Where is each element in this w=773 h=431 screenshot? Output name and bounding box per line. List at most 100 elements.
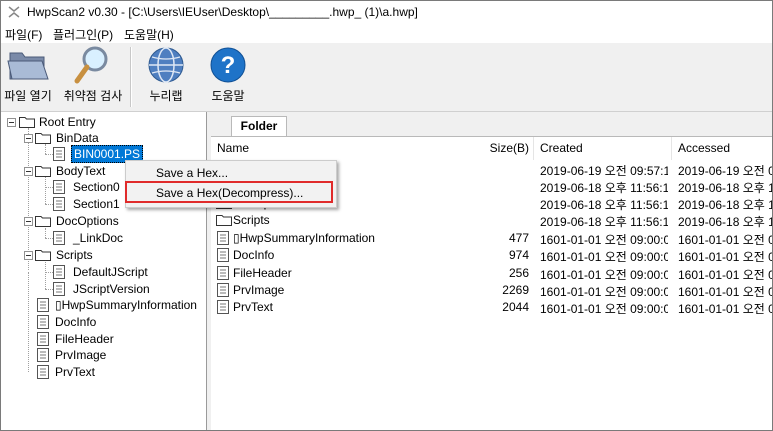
help-icon: ? [210, 47, 246, 83]
document-icon [53, 180, 65, 194]
document-icon [37, 348, 49, 362]
row-created: 2019-06-18 오후 11:56:17 [540, 198, 668, 212]
row-name: Scripts [233, 213, 270, 227]
document-icon [217, 248, 229, 262]
tree-item-linkdoc[interactable]: _LinkDoc [53, 230, 173, 246]
tree-item-defaultjscript[interactable]: DefaultJScript [53, 264, 183, 280]
document-icon [37, 365, 49, 379]
row-created: 2019-06-19 오전 09:57:18 [540, 164, 668, 178]
row-size: 2044 [502, 300, 529, 314]
tree-item-fileheader[interactable]: FileHeader [37, 331, 197, 347]
document-icon [53, 265, 65, 279]
tab-folder[interactable]: Folder [231, 116, 287, 136]
column-separator[interactable] [533, 137, 534, 160]
globe-icon [148, 47, 184, 83]
row-name: ▯HwpSummaryInformation [233, 231, 375, 245]
column-header-name[interactable]: Name [217, 137, 417, 160]
tree-item-label: DefaultJScript [73, 265, 148, 279]
row-name: DocInfo [233, 248, 275, 262]
nurilab-label: 누리랩 [149, 89, 183, 103]
row-name: FileHeader [233, 266, 292, 280]
tree-line [45, 177, 46, 204]
folder-icon [35, 250, 51, 261]
tree-item-label: DocOptions [56, 214, 119, 228]
menu-plugin[interactable]: 플러그인(P) [53, 26, 113, 43]
row-created: 2019-06-18 오후 11:56:17 [540, 215, 668, 229]
tree-item-prvtext[interactable]: PrvText [37, 364, 197, 380]
nurilab-button[interactable]: 누리랩 [141, 45, 191, 109]
list-row[interactable]: DocInfo 974 1601-01-01 오전 09:00:00 1601-… [211, 247, 772, 264]
row-accessed: 2019-06-19 오전 09 [678, 164, 772, 178]
tree-item-label: Section0 [73, 180, 120, 194]
tree-item-jscriptversion[interactable]: JScriptVersion [53, 281, 183, 297]
list-row[interactable]: PrvImage 2269 1601-01-01 오전 09:00:00 160… [211, 282, 772, 299]
tree-item-label: PrvImage [55, 348, 107, 362]
tree-line [45, 238, 53, 239]
app-icon [8, 6, 20, 18]
svg-text:?: ? [221, 52, 236, 79]
document-icon [217, 300, 229, 314]
document-icon [53, 147, 65, 161]
tree-item-label: BodyText [56, 164, 106, 178]
tree-item-summaryinfo[interactable]: ▯HwpSummaryInformation [37, 297, 205, 313]
tree-line [45, 187, 53, 188]
row-accessed: 2019-06-18 오후 11 [678, 181, 772, 195]
scan-vulnerability-button[interactable]: 취약점 검사 [63, 45, 123, 109]
collapse-icon[interactable] [24, 217, 33, 226]
tree-item-docinfo[interactable]: DocInfo [37, 314, 197, 330]
menu-item-save-hex[interactable]: Save a Hex... [128, 163, 332, 183]
row-name: PrvText [233, 300, 274, 314]
collapse-icon[interactable] [24, 251, 33, 260]
list-row[interactable]: Scripts 2019-06-18 오후 11:56:17 2019-06-1… [211, 212, 772, 229]
menu-help[interactable]: 도움말(H) [124, 26, 174, 43]
column-header-created[interactable]: Created [540, 137, 660, 160]
tree-root-label: Root Entry [39, 115, 96, 129]
tree-item-label: BinData [56, 131, 99, 145]
tree-item-label: Scripts [56, 248, 93, 262]
help-button[interactable]: ? 도움말 [203, 45, 253, 109]
row-size: 477 [508, 231, 529, 245]
tree-root[interactable]: Root Entry [5, 114, 205, 130]
tree-item-label: ▯HwpSummaryInformation [55, 298, 197, 312]
row-created: 2019-06-18 오후 11:56:17 [540, 181, 668, 195]
document-icon [53, 197, 65, 211]
tree-item-docoptions[interactable]: DocOptions [21, 213, 201, 229]
collapse-icon[interactable] [7, 118, 16, 127]
document-icon [53, 282, 65, 296]
row-created: 1601-01-01 오전 09:00:00 [540, 233, 668, 247]
collapse-icon[interactable] [24, 134, 33, 143]
tree-line [45, 272, 53, 273]
menu-file[interactable]: 파일(F) [5, 26, 42, 43]
tree-line [45, 228, 46, 238]
list-row[interactable]: FileHeader 256 1601-01-01 오전 09:00:00 16… [211, 265, 772, 282]
row-created: 1601-01-01 오전 09:00:00 [540, 268, 668, 282]
row-created: 1601-01-01 오전 09:00:00 [540, 250, 668, 264]
row-size: 2269 [502, 283, 529, 297]
row-accessed: 1601-01-01 오전 09 [678, 250, 772, 264]
open-file-button[interactable]: 파일 열기 [3, 45, 53, 109]
list-row[interactable]: ▯HwpSummaryInformation 477 1601-01-01 오전… [211, 230, 772, 247]
document-icon [37, 298, 49, 312]
document-icon [217, 283, 229, 297]
title-bar: HwpScan2 v0.30 - [C:\Users\IEUser\Deskto… [1, 1, 772, 23]
toolbar-separator [130, 47, 132, 107]
folder-icon [35, 166, 51, 177]
collapse-icon[interactable] [24, 167, 33, 176]
folder-icon [35, 216, 51, 227]
tree-line [45, 289, 53, 290]
column-separator[interactable] [671, 137, 672, 160]
tree-item-label: Section1 [73, 197, 120, 211]
tree-item-prvimage[interactable]: PrvImage [37, 347, 197, 363]
list-row[interactable]: PrvText 2044 1601-01-01 오전 09:00:00 1601… [211, 299, 772, 316]
row-accessed: 2019-06-18 오후 11 [678, 198, 772, 212]
app-window: HwpScan2 v0.30 - [C:\Users\IEUser\Deskto… [0, 0, 773, 431]
tree-item-bindata[interactable]: BinData [21, 130, 201, 146]
magnifier-icon [74, 46, 108, 84]
column-header-size[interactable]: Size(B) [481, 137, 529, 160]
tree-item-scripts[interactable]: Scripts [21, 247, 201, 263]
column-header-accessed[interactable]: Accessed [678, 137, 772, 160]
row-accessed: 1601-01-01 오전 09 [678, 268, 772, 282]
tree-item-label: DocInfo [55, 315, 97, 329]
row-created: 1601-01-01 오전 09:00:00 [540, 285, 668, 299]
scan-vulnerability-label: 취약점 검사 [63, 89, 123, 103]
